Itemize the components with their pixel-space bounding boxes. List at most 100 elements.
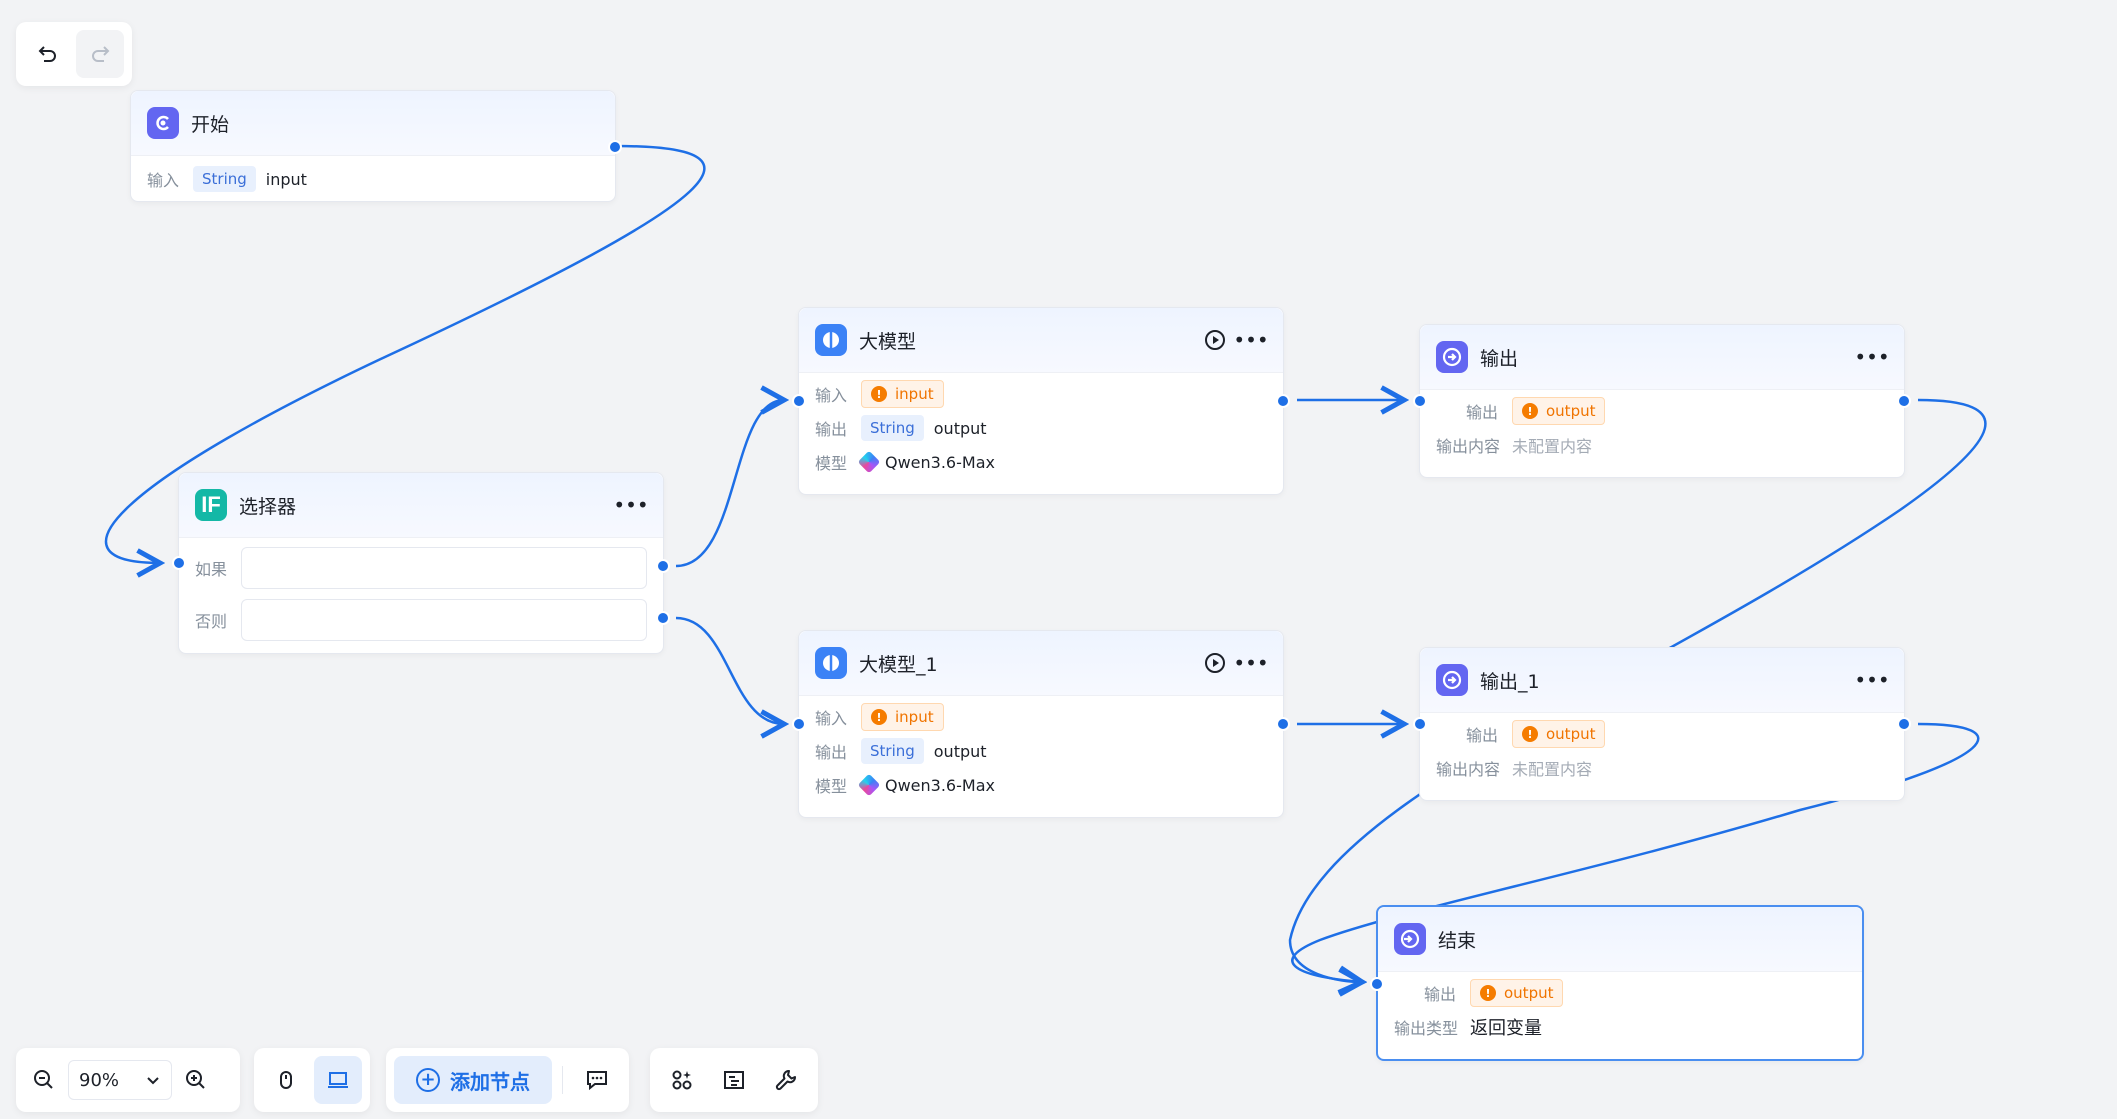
warning-variable-tag[interactable]: ! output (1512, 397, 1606, 425)
variable-name: output (1504, 984, 1554, 1002)
zoom-value: 90% (79, 1069, 120, 1091)
variable-name: output (933, 418, 987, 438)
run-icon[interactable] (1199, 647, 1231, 679)
undo-button[interactable] (24, 30, 72, 78)
more-icon[interactable]: ••• (613, 489, 648, 521)
row-label: 如果 (195, 560, 228, 579)
node-header[interactable]: 输出_1 ••• (1420, 648, 1904, 713)
input-port[interactable] (792, 394, 806, 408)
mouse-icon (280, 1071, 292, 1089)
if-icon: IF (195, 489, 227, 521)
variable-name: output (1546, 402, 1596, 420)
content-value: 未配置内容 (1512, 760, 1593, 779)
content-row: 输出内容 未配置内容 (1420, 428, 1904, 462)
output-row: 输出 ! output (1420, 394, 1904, 428)
node-end[interactable]: 结束 输出 ! output 输出类型 返回变量 (1370, 905, 1864, 1061)
zoom-select[interactable]: 90% (68, 1060, 172, 1100)
more-icon[interactable]: ••• (1854, 341, 1889, 373)
settings-tool-button[interactable] (762, 1056, 810, 1104)
history-toolbar (16, 22, 132, 86)
input-row: 输入 ! input (799, 700, 1283, 734)
else-output-port[interactable] (656, 611, 670, 625)
input-port[interactable] (792, 717, 806, 731)
input-port[interactable] (172, 556, 186, 570)
if-output-port[interactable] (656, 559, 670, 573)
warning-icon: ! (871, 709, 887, 725)
warning-variable-tag[interactable]: ! output (1512, 720, 1606, 748)
minimap-button[interactable] (710, 1056, 758, 1104)
run-icon[interactable] (1199, 324, 1231, 356)
else-condition-input[interactable] (241, 599, 647, 641)
add-node-toolbar: + 添加节点 (386, 1048, 629, 1112)
node-header[interactable]: 开始 (131, 91, 615, 156)
warning-variable-tag[interactable]: ! input (861, 380, 944, 408)
model-row: 模型 Qwen3.6-Max (799, 445, 1283, 479)
chevron-down-icon (147, 1077, 159, 1085)
node-output-1[interactable]: 输出_1 ••• 输出 ! output 输出内容 未配置内容 (1413, 647, 1911, 801)
trackpad-mode-button[interactable] (314, 1056, 362, 1104)
more-icon[interactable]: ••• (1233, 647, 1268, 679)
zoom-out-button[interactable] (26, 1056, 62, 1104)
zoom-in-button[interactable] (178, 1056, 214, 1104)
row-label: 输出类型 (1394, 1019, 1459, 1038)
output-node-icon (1436, 341, 1468, 373)
node-header[interactable]: 大模型_1 ••• (799, 631, 1283, 696)
node-selector[interactable]: IF 选择器 ••• 如果 否则 (172, 472, 670, 654)
content-value: 未配置内容 (1512, 437, 1593, 456)
warning-variable-tag[interactable]: ! input (861, 703, 944, 731)
output-port[interactable] (1897, 394, 1911, 408)
add-node-button[interactable]: + 添加节点 (394, 1056, 552, 1104)
edge-selector-if-llm[interactable] (675, 400, 784, 568)
interaction-mode-toolbar (254, 1048, 370, 1112)
node-title: 大模型 (859, 330, 917, 353)
zoom-out-icon (34, 1070, 53, 1089)
if-condition-input[interactable] (241, 547, 647, 589)
output-port[interactable] (608, 140, 622, 154)
auto-layout-button[interactable] (658, 1056, 706, 1104)
row-label: 模型 (815, 454, 848, 473)
plus-circle-icon: + (416, 1068, 440, 1092)
row-label: 输出 (1466, 403, 1499, 422)
zoom-in-icon (186, 1070, 205, 1089)
warning-variable-tag[interactable]: ! output (1470, 979, 1564, 1007)
output-node-icon (1436, 664, 1468, 696)
workflow-canvas[interactable]: 开始 输入 String input IF 选择器 ••• 如果 否则 大模型 … (0, 0, 2117, 1119)
row-label: 输出 (815, 743, 848, 762)
row-label: 输出内容 (1436, 437, 1501, 456)
edge-selector-else-llm1[interactable] (675, 616, 784, 724)
more-icon[interactable]: ••• (1854, 664, 1889, 696)
qwen-model-icon (857, 773, 881, 797)
node-input-row: 输入 String input (131, 156, 615, 202)
else-row: 否则 (179, 594, 663, 646)
qwen-model-icon (857, 450, 881, 474)
node-output[interactable]: 输出 ••• 输出 ! output 输出内容 未配置内容 (1413, 324, 1911, 478)
input-row: 输入 ! input (799, 377, 1283, 411)
output-row: 输出 ! output (1378, 976, 1862, 1010)
node-start[interactable]: 开始 输入 String input (130, 90, 622, 202)
input-port[interactable] (1370, 977, 1384, 991)
node-header[interactable]: IF 选择器 ••• (179, 473, 663, 538)
input-port[interactable] (1413, 394, 1427, 408)
output-port[interactable] (1276, 717, 1290, 731)
more-icon[interactable]: ••• (1233, 324, 1268, 356)
node-header[interactable]: 结束 (1378, 907, 1862, 972)
node-title: 输出_1 (1480, 670, 1540, 693)
divider (562, 1066, 563, 1094)
tools-toolbar (650, 1048, 818, 1112)
node-title: 输出 (1480, 347, 1519, 370)
if-row: 如果 (179, 542, 663, 594)
mouse-mode-button[interactable] (262, 1056, 310, 1104)
redo-button[interactable] (76, 30, 124, 78)
input-port[interactable] (1413, 717, 1427, 731)
model-name: Qwen3.6-Max (885, 452, 995, 472)
node-llm-1[interactable]: 大模型_1 ••• 输入 ! input 输出 String output 模型 … (792, 630, 1290, 818)
node-header[interactable]: 大模型 ••• (799, 308, 1283, 373)
output-port[interactable] (1276, 394, 1290, 408)
node-llm[interactable]: 大模型 ••• 输入 ! input 输出 String output 模型 Qw… (792, 307, 1290, 495)
warning-icon: ! (1522, 726, 1538, 742)
node-header[interactable]: 输出 ••• (1420, 325, 1904, 390)
comment-button[interactable] (573, 1056, 621, 1104)
end-node-icon (1394, 923, 1426, 955)
llm-brain-icon (815, 647, 847, 679)
output-port[interactable] (1897, 717, 1911, 731)
